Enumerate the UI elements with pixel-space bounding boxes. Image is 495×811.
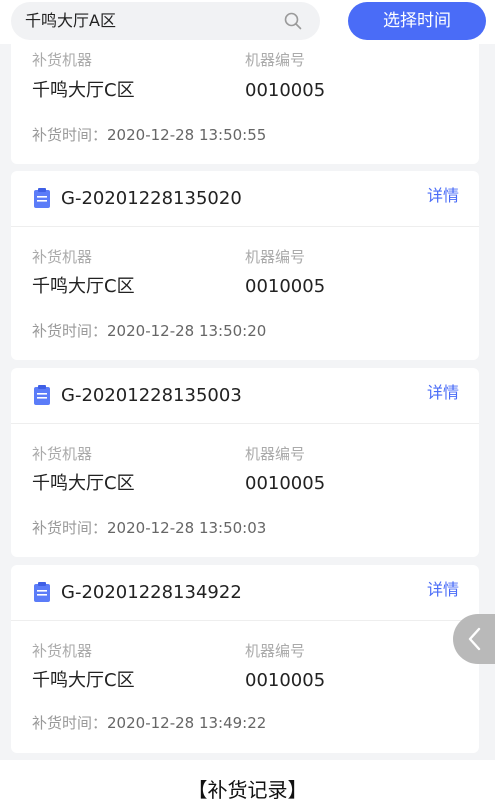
record-card[interactable]: G-20201228134922 详情 补货机器 机器编号 千鸣大厅C区 001… xyxy=(11,565,479,753)
restock-time: 补货时间：2020-12-28 13:50:55 xyxy=(32,125,266,145)
machine-name: 千鸣大厅C区 xyxy=(32,80,135,101)
order-number: G-20201228135020 xyxy=(61,188,242,209)
restock-time-value: 2020-12-28 13:50:03 xyxy=(107,519,267,537)
clipboard-icon xyxy=(34,385,50,405)
machine-no: 0010005 xyxy=(245,670,326,691)
restock-time-label: 补货时间： xyxy=(32,519,108,537)
machine-no-label: 机器编号 xyxy=(245,51,306,69)
card-header: G-20201228135003 详情 xyxy=(11,368,479,424)
restock-time: 补货时间：2020-12-28 13:50:20 xyxy=(32,321,266,341)
machine-no: 0010005 xyxy=(245,276,326,297)
machine-name: 千鸣大厅C区 xyxy=(32,276,135,297)
machine-label: 补货机器 xyxy=(32,51,93,69)
chevron-left-icon xyxy=(468,627,481,651)
restock-time: 补货时间：2020-12-28 13:49:22 xyxy=(32,713,266,733)
detail-link[interactable]: 详情 xyxy=(427,185,459,207)
search-box[interactable]: 千鸣大厅A区 xyxy=(11,2,320,40)
restock-time-value: 2020-12-28 13:50:55 xyxy=(107,126,267,144)
machine-no: 0010005 xyxy=(245,473,326,494)
restock-time-value: 2020-12-28 13:49:22 xyxy=(107,714,267,732)
search-input[interactable]: 千鸣大厅A区 xyxy=(25,11,116,31)
card-header: G-20201228135020 详情 xyxy=(11,171,479,227)
order-number: G-20201228134922 xyxy=(61,582,242,603)
card-header: G-20201228134922 详情 xyxy=(11,565,479,621)
machine-name: 千鸣大厅C区 xyxy=(32,670,135,691)
record-card[interactable]: G-20201228135020 详情 补货机器 机器编号 千鸣大厅C区 001… xyxy=(11,171,479,360)
machine-label: 补货机器 xyxy=(32,248,93,266)
machine-no-label: 机器编号 xyxy=(245,445,306,463)
figure-caption: 【补货记录】 xyxy=(187,778,308,802)
restock-time-label: 补货时间： xyxy=(32,714,108,732)
restock-time-label: 补货时间： xyxy=(32,322,108,340)
restock-time-value: 2020-12-28 13:50:20 xyxy=(107,322,267,340)
machine-no-label: 机器编号 xyxy=(245,642,306,660)
clipboard-icon xyxy=(34,582,50,602)
side-drawer-handle[interactable] xyxy=(453,614,495,664)
machine-no-label: 机器编号 xyxy=(245,248,306,266)
phone-screen: 补货机器 机器编号 千鸣大厅C区 0010005 补货时间：2020-12-28… xyxy=(0,0,495,760)
clipboard-icon xyxy=(34,188,50,208)
top-bar: 千鸣大厅A区 选择时间 xyxy=(0,0,495,44)
detail-link[interactable]: 详情 xyxy=(427,579,459,601)
order-number: G-20201228135003 xyxy=(61,385,242,406)
machine-name: 千鸣大厅C区 xyxy=(32,473,135,494)
restock-time-label: 补货时间： xyxy=(32,126,108,144)
machine-label: 补货机器 xyxy=(32,642,93,660)
detail-link[interactable]: 详情 xyxy=(427,382,459,404)
restock-time: 补货时间：2020-12-28 13:50:03 xyxy=(32,518,266,538)
search-icon[interactable] xyxy=(284,12,302,30)
record-card[interactable]: G-20201228135003 详情 补货机器 机器编号 千鸣大厅C区 001… xyxy=(11,368,479,557)
machine-no: 0010005 xyxy=(245,80,326,101)
machine-label: 补货机器 xyxy=(32,445,93,463)
select-time-button[interactable]: 选择时间 xyxy=(348,2,486,40)
